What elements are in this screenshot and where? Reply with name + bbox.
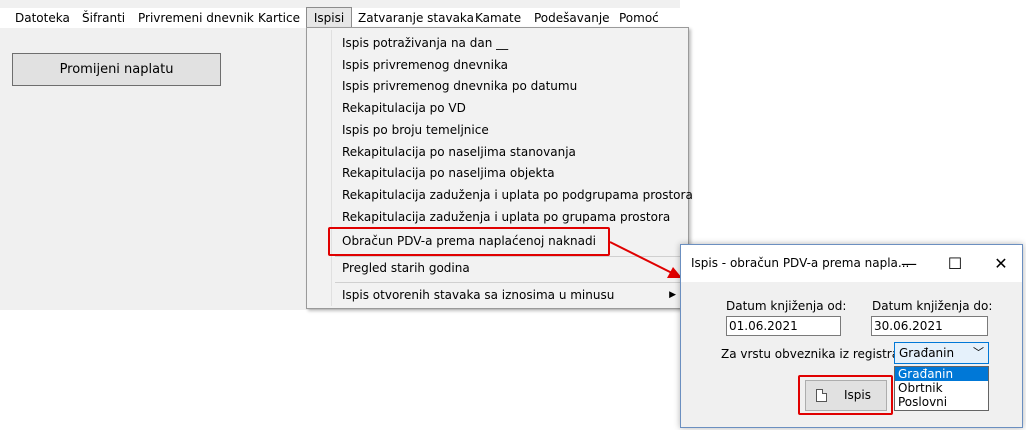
dialog-title: Ispis - obračun PDV-a prema napla... <box>691 256 910 270</box>
minimize-icon[interactable]: — <box>886 245 932 282</box>
registry-option-poslovni[interactable]: Poslovni <box>895 395 988 409</box>
date-to-label: Datum knjiženja do: <box>872 299 993 313</box>
registry-combobox[interactable]: Građanin ﹀ <box>894 342 989 364</box>
date-to-field[interactable]: 30.06.2021 <box>871 316 988 336</box>
date-from-field[interactable]: 01.06.2021 <box>726 316 841 336</box>
maximize-icon[interactable]: ☐ <box>932 245 978 282</box>
close-icon[interactable]: ✕ <box>978 245 1024 282</box>
registry-options-list: Građanin Obrtnik Poslovni <box>894 366 989 411</box>
chevron-down-icon: ﹀ <box>973 346 984 359</box>
registry-option-obrtnik[interactable]: Obrtnik <box>895 381 988 395</box>
registry-label: Za vrstu obveznika iz registra: <box>721 347 904 361</box>
registry-option-gradanin[interactable]: Građanin <box>895 367 988 381</box>
registry-combobox-value: Građanin <box>899 346 955 360</box>
dialog-titlebar[interactable]: Ispis - obračun PDV-a prema napla... — ☐… <box>681 245 1022 282</box>
date-from-label: Datum knjiženja od: <box>726 299 847 313</box>
highlight-box-ispis-button <box>798 375 893 415</box>
arrow-line <box>609 241 673 274</box>
